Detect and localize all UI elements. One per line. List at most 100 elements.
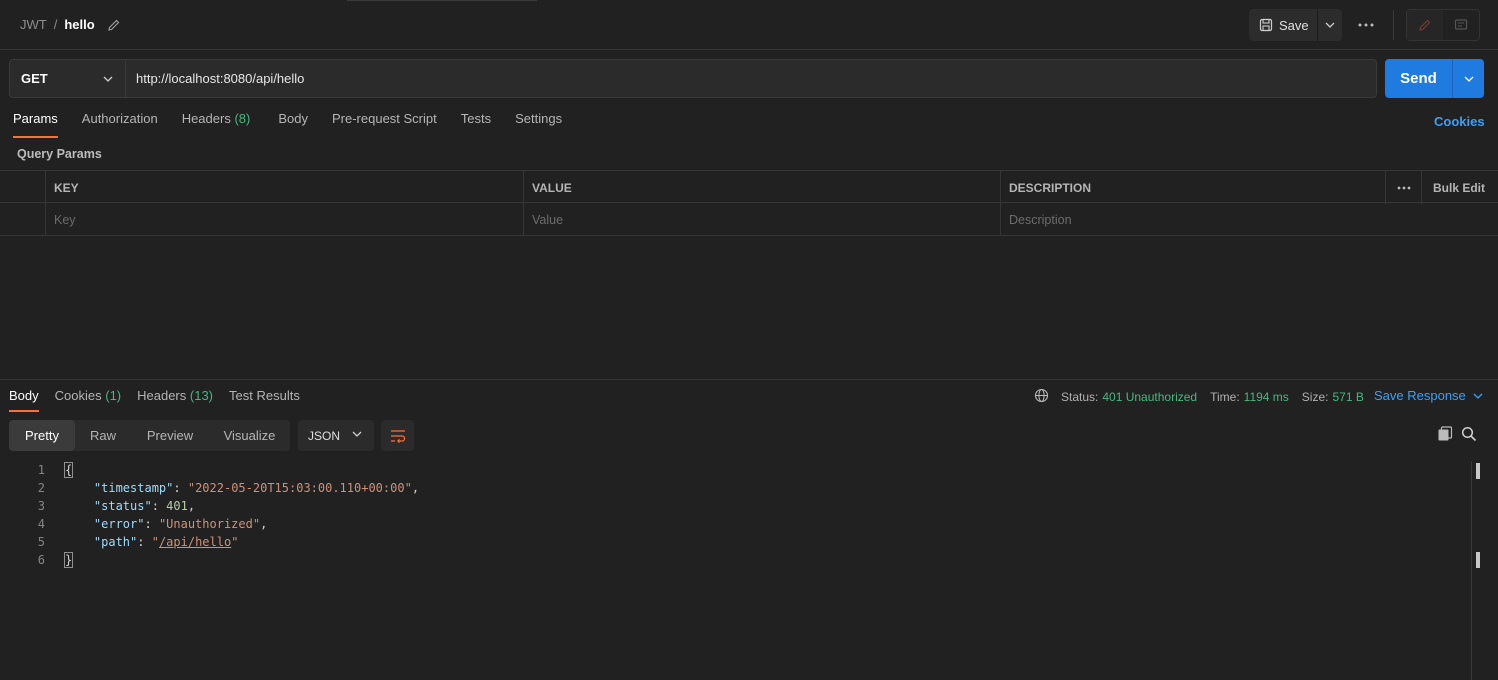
close-brace: } xyxy=(63,552,74,568)
pencil-icon[interactable] xyxy=(107,18,121,32)
url-value: http://localhost:8080/api/hello xyxy=(136,71,305,86)
response-tab-cookies[interactable]: Cookies (1) xyxy=(55,388,121,411)
key-input[interactable]: Key xyxy=(46,203,524,236)
description-input[interactable]: Description xyxy=(1001,203,1386,236)
bulk-edit-button[interactable]: Bulk Edit xyxy=(1422,171,1498,204)
status-value[interactable]: 401 Unauthorized xyxy=(1102,390,1197,404)
response-tab-test-results[interactable]: Test Results xyxy=(229,388,300,411)
chevron-down-icon xyxy=(1464,76,1473,82)
method-label: GET xyxy=(21,71,48,86)
column-options-button[interactable] xyxy=(1386,171,1422,204)
save-label: Save xyxy=(1279,17,1309,33)
comments-toggle[interactable] xyxy=(1443,10,1479,40)
tab-settings[interactable]: Settings xyxy=(515,111,562,137)
row-checkbox-cell xyxy=(0,203,46,236)
code-line: 4 "error": "Unauthorized", xyxy=(0,515,1470,533)
json-quote: " xyxy=(151,535,159,549)
view-preview-button[interactable]: Preview xyxy=(131,420,209,451)
response-tab-cookies-label: Cookies xyxy=(54,388,102,403)
view-pretty-button[interactable]: Pretty xyxy=(9,420,75,451)
send-button[interactable]: Send xyxy=(1385,59,1452,98)
cookies-link[interactable]: Cookies xyxy=(1434,114,1485,129)
breadcrumb-separator: / xyxy=(53,17,58,32)
query-params-title: Query Params xyxy=(17,147,102,161)
response-tab-cookies-count: (1) xyxy=(105,388,122,403)
json-comma: , xyxy=(187,499,196,513)
ellipsis-icon xyxy=(1358,23,1374,27)
top-bar: JWT / hello Save xyxy=(0,0,1498,50)
json-quote: " xyxy=(231,535,239,549)
json-key: "path" xyxy=(93,535,138,549)
response-tab-body[interactable]: Body xyxy=(9,388,39,412)
code-text: "timestamp": "2022-05-20T15:03:00.110+00… xyxy=(65,481,419,495)
line-number: 6 xyxy=(37,553,45,567)
json-comma: , xyxy=(260,517,268,531)
size-value[interactable]: 571 B xyxy=(1332,390,1363,404)
scrollbar-marker xyxy=(1476,552,1480,568)
tab-headers-label: Headers xyxy=(181,111,231,126)
more-actions-button[interactable] xyxy=(1356,16,1376,34)
breadcrumb-collection[interactable]: JWT xyxy=(20,17,47,32)
tab-authorization[interactable]: Authorization xyxy=(82,111,158,137)
json-key: "status" xyxy=(93,499,152,513)
tab-pre-request-script[interactable]: Pre-request Script xyxy=(332,111,437,137)
chevron-down-icon xyxy=(1473,393,1483,399)
save-response-label: Save Response xyxy=(1374,388,1466,403)
line-number: 2 xyxy=(37,481,45,495)
breadcrumb-request-name[interactable]: hello xyxy=(64,17,94,32)
tab-tests[interactable]: Tests xyxy=(461,111,491,137)
json-key: "timestamp" xyxy=(93,481,174,495)
response-body-editor[interactable]: 1 { 2 "timestamp": "2022-05-20T15:03:00.… xyxy=(0,461,1470,569)
globe-icon[interactable] xyxy=(1034,388,1049,406)
json-colon: : xyxy=(144,517,159,531)
scrollbar-marker xyxy=(1476,463,1480,479)
json-comma: , xyxy=(411,481,420,495)
editor-scrollbar[interactable] xyxy=(1471,461,1472,680)
save-button[interactable]: Save xyxy=(1249,9,1317,41)
save-response-button[interactable]: Save Response xyxy=(1374,388,1483,403)
value-placeholder: Value xyxy=(532,212,564,227)
wrap-lines-icon xyxy=(390,429,405,443)
json-colon: : xyxy=(137,535,152,549)
tab-headers-count: (8) xyxy=(234,111,251,126)
json-link[interactable]: /api/hello xyxy=(159,535,231,549)
format-select[interactable]: JSON xyxy=(298,420,374,451)
code-text: "status": 401, xyxy=(65,499,195,513)
chevron-down-icon xyxy=(1325,22,1335,28)
request-tabs: Params Authorization Headers (8) Body Pr… xyxy=(13,111,586,138)
code-line: 6 } xyxy=(0,551,1470,569)
documentation-toggle[interactable] xyxy=(1407,10,1443,40)
method-select[interactable]: GET xyxy=(9,59,125,98)
status-label: Status: xyxy=(1061,390,1099,404)
size-label: Size: xyxy=(1301,390,1329,404)
line-number: 5 xyxy=(37,535,45,549)
response-tab-headers[interactable]: Headers (13) xyxy=(137,388,213,411)
line-number: 4 xyxy=(37,517,45,531)
wrap-lines-button[interactable] xyxy=(381,420,414,451)
checkbox-column-header xyxy=(0,171,46,204)
description-placeholder: Description xyxy=(1009,212,1072,227)
send-button-group: Send xyxy=(1385,59,1485,98)
time-label: Time: xyxy=(1210,390,1240,404)
response-divider[interactable] xyxy=(0,379,1498,380)
pencil-icon xyxy=(1419,19,1431,31)
value-input[interactable]: Value xyxy=(524,203,1001,236)
code-text: "path": "/api/hello" xyxy=(65,535,239,549)
code-line: 2 "timestamp": "2022-05-20T15:03:00.110+… xyxy=(0,479,1470,497)
save-button-group: Save xyxy=(1249,9,1342,41)
tab-params[interactable]: Params xyxy=(13,111,58,138)
url-input[interactable]: http://localhost:8080/api/hello xyxy=(125,59,1377,98)
tab-body[interactable]: Body xyxy=(278,111,308,137)
view-raw-button[interactable]: Raw xyxy=(75,420,131,451)
save-options-button[interactable] xyxy=(1317,9,1342,41)
line-number: 1 xyxy=(37,463,45,477)
send-options-button[interactable] xyxy=(1452,59,1484,98)
table-row: Key Value Description xyxy=(0,203,1498,236)
time-value[interactable]: 1194 ms xyxy=(1244,390,1289,404)
tab-headers[interactable]: Headers (8) xyxy=(182,111,251,137)
view-visualize-button[interactable]: Visualize xyxy=(209,420,290,451)
response-tab-headers-count: (13) xyxy=(189,388,214,403)
search-icon[interactable] xyxy=(1461,426,1477,445)
chevron-down-icon xyxy=(103,76,113,82)
copy-icon[interactable] xyxy=(1437,426,1453,445)
